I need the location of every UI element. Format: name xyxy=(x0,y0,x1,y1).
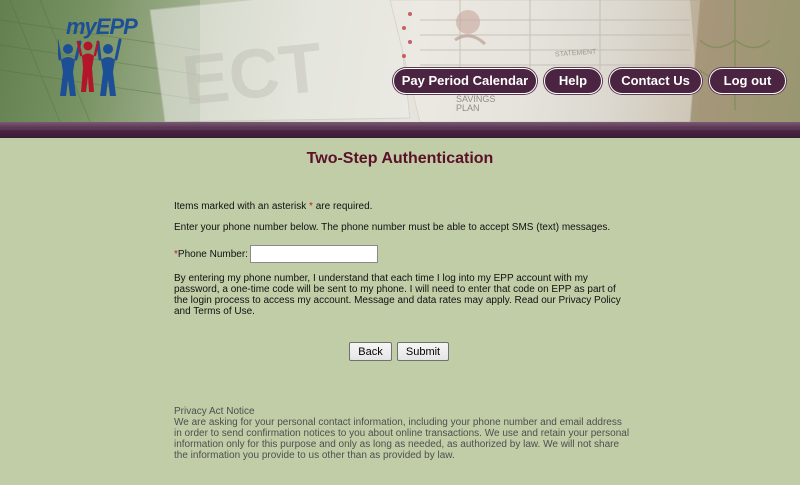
required-fields-note: Items marked with an asterisk * are requ… xyxy=(174,201,624,212)
required-asterisk: * xyxy=(309,201,313,212)
phone-number-row: * Phone Number: xyxy=(174,245,378,263)
required-note-prefix: Items marked with an asterisk xyxy=(174,201,307,212)
phone-number-input[interactable] xyxy=(249,245,378,263)
header-bg-text-savings-plan: SAVINGS PLAN xyxy=(456,94,496,113)
privacy-act-notice: Privacy Act Notice We are asking for you… xyxy=(174,406,630,461)
pay-period-calendar-button[interactable]: Pay Period Calendar xyxy=(393,68,537,94)
privacy-body: We are asking for your personal contact … xyxy=(174,417,630,461)
back-button[interactable]: Back xyxy=(349,342,392,361)
phone-instruction: Enter your phone number below. The phone… xyxy=(174,222,611,233)
contact-us-button[interactable]: Contact Us xyxy=(609,68,702,94)
log-out-button[interactable]: Log out xyxy=(709,68,786,94)
required-note-suffix: are required. xyxy=(315,201,373,212)
band-texture xyxy=(0,124,800,130)
top-navigation: Pay Period Calendar Help Contact Us Log … xyxy=(0,68,800,94)
phone-number-label: Phone Number: xyxy=(177,248,248,260)
site-header: ECT SAVINGS PLAN STATEMENT myEPP Pay Per… xyxy=(0,0,800,122)
header-divider-band xyxy=(0,122,800,138)
submit-button[interactable]: Submit xyxy=(397,342,449,361)
page-title: Two-Step Authentication xyxy=(306,150,494,167)
privacy-heading: Privacy Act Notice xyxy=(174,406,255,417)
help-button[interactable]: Help xyxy=(544,68,602,94)
consent-text: By entering my phone number, I understan… xyxy=(174,273,621,317)
